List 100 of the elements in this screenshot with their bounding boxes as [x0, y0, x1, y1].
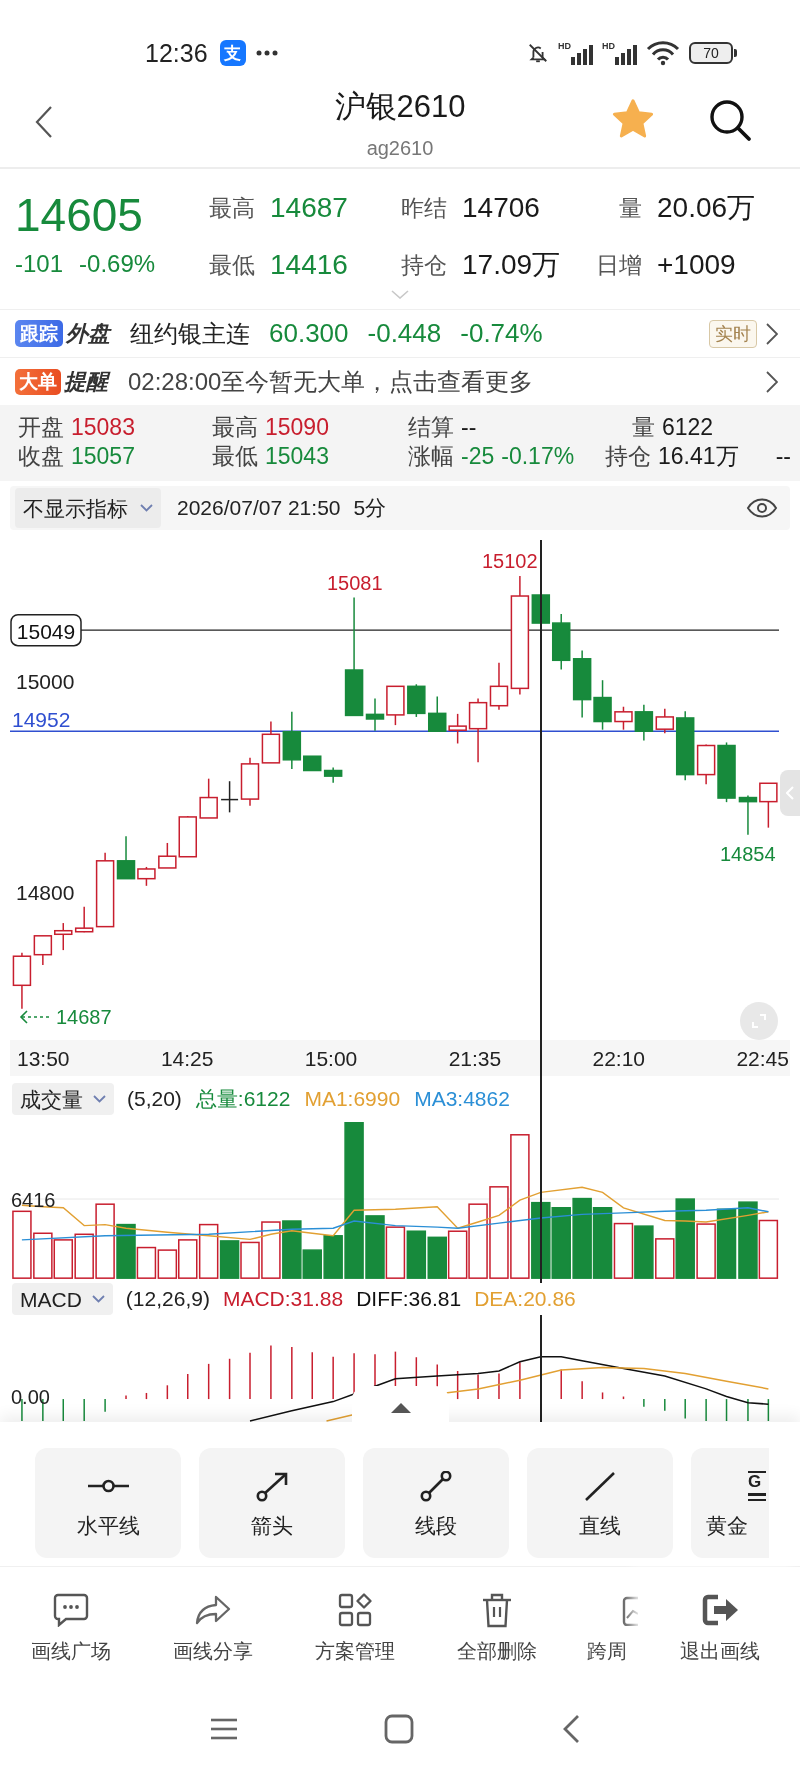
positive-macd-bar: [601, 1391, 604, 1400]
axis-label: 15000: [16, 669, 75, 693]
search-icon[interactable]: [708, 98, 752, 142]
bell-off-icon: [527, 41, 549, 65]
filled-volume-bar: [716, 1208, 737, 1279]
signal-icon: [615, 45, 637, 65]
bar-detail-value: --: [461, 413, 477, 442]
positive-macd-bar: [166, 1384, 169, 1400]
line-segment-icon: [419, 1470, 453, 1502]
indicator-dropdown[interactable]: 成交量: [12, 1083, 114, 1115]
toolbar-action[interactable]: 跨周: [568, 1592, 640, 1667]
bar-detail-value: 15083: [71, 413, 135, 442]
bar-detail-label: 开盘: [18, 413, 64, 442]
market-change-percent: -0.74%: [460, 317, 543, 350]
bar-period: 5分: [353, 495, 387, 522]
back-icon[interactable]: [35, 105, 53, 139]
triangle-up-icon: [390, 1403, 411, 1413]
toolbar-action[interactable]: 画线分享: [142, 1592, 284, 1667]
page-title: 沪银2610: [334, 88, 466, 126]
toolbar-action[interactable]: 方案管理: [284, 1592, 426, 1667]
chart-document-icon: [622, 1594, 638, 1626]
time-axis-label: 13:50: [17, 1047, 70, 1069]
share-icon: [194, 1594, 232, 1626]
star-icon[interactable]: [611, 98, 655, 140]
drawing-tool-button[interactable]: 直线: [527, 1448, 673, 1558]
chevron-left-icon: [786, 786, 794, 800]
filled-candle: [738, 794, 758, 836]
chat-bubble-icon: [53, 1593, 89, 1627]
tracking-badge: 跟踪: [15, 320, 63, 347]
hollow-volume-bar: [385, 1226, 406, 1279]
low-price-label: 14854: [720, 843, 776, 865]
bar-detail-value: 15057: [71, 442, 135, 471]
filled-candle: [572, 649, 592, 719]
stat-label: 最高: [209, 193, 255, 223]
drawing-tool-button[interactable]: 箭头: [199, 1448, 345, 1558]
axis-label: 14800: [16, 880, 75, 904]
negative-macd-bar: [62, 1398, 65, 1422]
wifi-icon: [646, 40, 680, 66]
back-icon[interactable]: [562, 1714, 580, 1744]
hollow-candle: [240, 757, 260, 807]
network-type-label: HD: [558, 41, 571, 51]
bar-detail-label: 持仓: [605, 442, 651, 471]
filled-candle: [116, 835, 136, 880]
filled-volume-bar: [427, 1236, 447, 1279]
positive-macd-bar: [228, 1358, 231, 1400]
filled-volume-bar: [116, 1223, 136, 1279]
drawing-tool-button[interactable]: 线段: [363, 1448, 509, 1558]
last-price: 14605: [15, 192, 144, 238]
home-icon[interactable]: [384, 1714, 414, 1744]
menu-icon[interactable]: [210, 1717, 238, 1741]
stat-label: 持仓: [401, 250, 447, 280]
indicator-params: (5,20): [127, 1086, 182, 1113]
arrow-icon: [255, 1470, 289, 1502]
stat-label: 最低: [209, 250, 255, 280]
filled-candle: [675, 710, 695, 781]
stat-label: 昨结: [401, 193, 447, 223]
toolbar-action[interactable]: 全部删除: [426, 1592, 568, 1667]
chevron-down-icon: [93, 1095, 106, 1103]
indicator-dropdown[interactable]: 不显示指标: [15, 488, 161, 528]
hollow-candle: [759, 782, 778, 829]
filled-candle: [323, 766, 343, 784]
bar-detail-label: 最低: [212, 442, 258, 471]
big-order-message[interactable]: 02:28:00至今暂无大单，点击查看更多: [128, 363, 534, 400]
bar-detail-label: 结算: [408, 413, 454, 442]
market-price: 60.300: [269, 317, 349, 350]
status-time: 12:36: [145, 38, 208, 68]
bar-detail-label: 量: [632, 413, 655, 442]
toolbar-action[interactable]: 画线广场: [0, 1592, 142, 1667]
chevron-down-icon: [91, 1295, 105, 1303]
stat-value: 14706: [462, 191, 540, 225]
hollow-candle: [137, 866, 156, 887]
bar-detail-value: 6122: [662, 413, 714, 442]
realtime-tag: 实时: [709, 319, 757, 348]
chevron-right-icon[interactable]: [766, 322, 778, 345]
stat-value: 20.06万: [657, 191, 756, 225]
high-price-label: 15081: [327, 572, 383, 594]
price-tag: 15049: [10, 613, 82, 647]
chevron-right-icon[interactable]: [766, 370, 778, 393]
market-name: 纽约银主连: [130, 318, 250, 349]
stat-label: 日增: [595, 250, 642, 280]
bar-detail-value: -0.17%: [501, 442, 575, 471]
bar-datetime: 2026/07/07 21:50: [177, 495, 341, 522]
signal-icon: [571, 45, 593, 65]
legend-item: DEA:20.86: [474, 1283, 576, 1315]
negative-macd-bar: [767, 1398, 770, 1422]
indicator-dropdown[interactable]: MACD: [12, 1283, 113, 1315]
bar-detail-label: 涨幅: [408, 442, 454, 471]
filled-candle: [407, 683, 426, 718]
exit-drawing-button[interactable]: 退出画线: [640, 1567, 800, 1667]
doji-candle: [220, 780, 239, 814]
negative-macd-bar: [725, 1398, 728, 1422]
drawing-tool-button[interactable]: G 黄金: [691, 1448, 769, 1558]
eye-icon[interactable]: [746, 498, 778, 518]
exit-icon: [701, 1593, 739, 1627]
trash-icon: [481, 1592, 513, 1628]
stat-value: 14687: [270, 191, 348, 225]
drawing-tool-button[interactable]: 水平线: [35, 1448, 181, 1558]
filled-candle: [634, 703, 654, 742]
stat-value: 17.09万: [462, 248, 561, 282]
hollow-volume-bar: [758, 1219, 779, 1279]
